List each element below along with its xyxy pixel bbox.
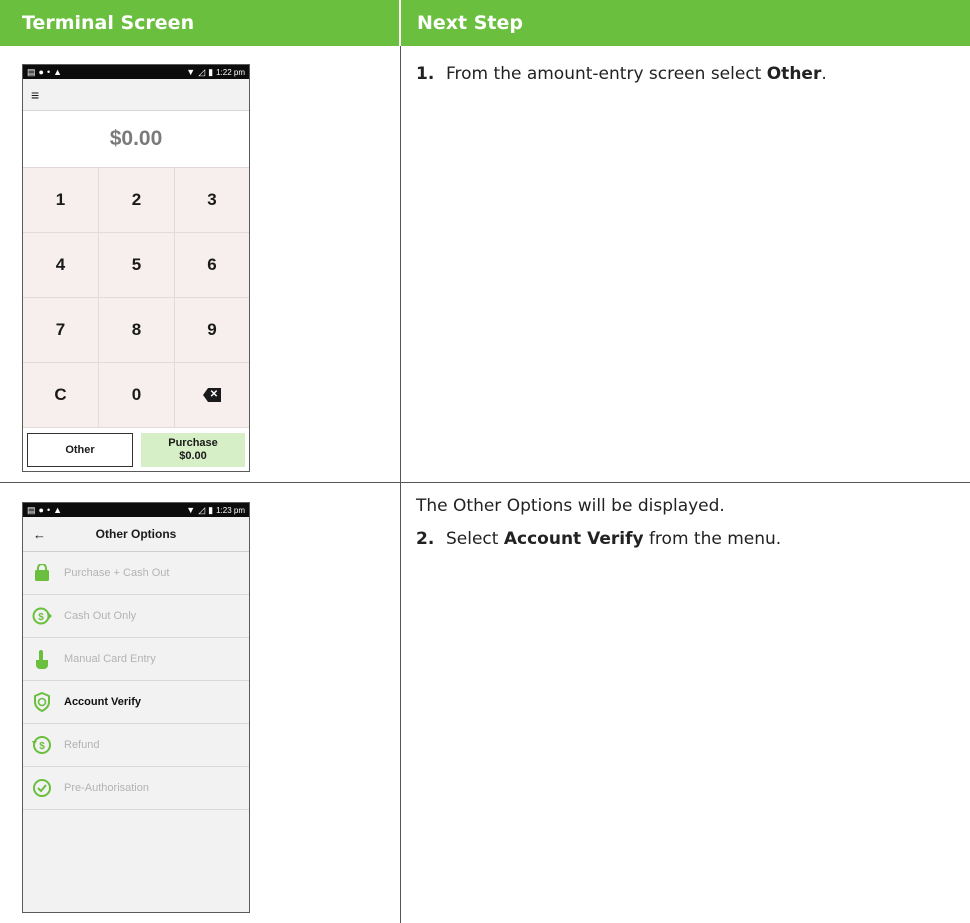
key-6[interactable]: 6 xyxy=(175,233,249,298)
column-divider xyxy=(400,46,401,923)
battery-icon: ▮ xyxy=(208,504,214,515)
key-3[interactable]: 3 xyxy=(175,168,249,233)
shopping-bag-icon xyxy=(32,563,52,583)
menu-item-label: Cash Out Only xyxy=(64,610,137,622)
key-9[interactable]: 9 xyxy=(175,298,249,363)
wifi-icon: ▼ xyxy=(186,66,196,77)
signal-icon: ◿ xyxy=(198,504,206,515)
menu-item-pre-authorisation[interactable]: Pre-Authorisation xyxy=(23,767,249,810)
keypad: 1 2 3 4 5 6 7 8 9 C 0 ✕ xyxy=(23,168,249,428)
signal-icon: ◿ xyxy=(198,66,206,77)
menu-item-manual-card-entry[interactable]: Manual Card Entry xyxy=(23,638,249,681)
step-1: 1. From the amount-entry screen select Ot… xyxy=(416,64,827,84)
step-emphasis: Account Verify xyxy=(503,529,644,549)
app-bar: ← Other Options xyxy=(23,517,249,552)
menu-item-account-verify[interactable]: Account Verify xyxy=(23,681,249,724)
dot-icon: • xyxy=(46,504,51,515)
battery-icon: ▮ xyxy=(208,66,214,77)
action-buttons: Other Purchase $0.00 xyxy=(23,428,249,471)
amount-display: $0.00 xyxy=(23,111,249,168)
step-2: 2. Select Account Verify from the menu. xyxy=(416,529,781,549)
menu-icon[interactable]: ≡ xyxy=(31,87,39,103)
row-divider xyxy=(0,482,970,483)
key-5[interactable]: 5 xyxy=(99,233,175,298)
svg-text:$: $ xyxy=(39,741,45,752)
back-arrow-icon[interactable]: ← xyxy=(33,527,46,542)
backspace-icon: ✕ xyxy=(203,388,221,402)
step-number: 1. xyxy=(416,64,435,84)
menu-item-label: Account Verify xyxy=(64,696,142,708)
dot-icon: • xyxy=(46,66,51,77)
svg-text:$: $ xyxy=(38,612,44,623)
menu-item-label: Pre-Authorisation xyxy=(64,782,149,794)
key-7[interactable]: 7 xyxy=(23,298,99,363)
terminal-screen-amount-entry: ▤ ● • ▲ ▼ ◿ ▮ 1:22 pm ≡ $0.00 1 2 3 4 5 … xyxy=(22,64,250,472)
info-icon: ● xyxy=(38,66,44,77)
step-text-end: . xyxy=(821,64,827,84)
warning-icon: ▲ xyxy=(53,504,63,515)
menu-item-label: Purchase + Cash Out xyxy=(64,567,170,579)
other-button[interactable]: Other xyxy=(27,433,133,467)
shield-verify-icon xyxy=(32,692,52,712)
menu-item-purchase-cash-out[interactable]: Purchase + Cash Out xyxy=(23,552,249,595)
terminal-screen-other-options: ▤ ● • ▲ ▼ ◿ ▮ 1:23 pm ← Other Options Pu… xyxy=(22,502,250,913)
clock-check-icon xyxy=(32,778,52,798)
app-bar: ≡ xyxy=(23,79,249,111)
info-icon: ● xyxy=(38,504,44,515)
status-bar: ▤ ● • ▲ ▼ ◿ ▮ 1:23 pm xyxy=(23,503,249,517)
screen-title: Other Options xyxy=(95,527,177,541)
status-time: 1:23 pm xyxy=(216,505,245,515)
key-2[interactable]: 2 xyxy=(99,168,175,233)
warning-icon: ▲ xyxy=(53,66,63,77)
hand-pointer-icon xyxy=(32,649,52,669)
wifi-icon: ▼ xyxy=(186,504,196,515)
step-text-end: from the menu. xyxy=(643,529,782,549)
menu-item-refund[interactable]: $ Refund xyxy=(23,724,249,767)
purchase-amount: $0.00 xyxy=(179,450,207,462)
column-header-next-step: Next Step xyxy=(401,0,970,46)
menu-item-cash-out-only[interactable]: $ Cash Out Only xyxy=(23,595,249,638)
key-clear[interactable]: C xyxy=(23,363,99,428)
step-number: 2. xyxy=(416,529,435,549)
key-8[interactable]: 8 xyxy=(99,298,175,363)
menu-item-label: Manual Card Entry xyxy=(64,653,156,665)
step-text: From the amount-entry screen select xyxy=(446,64,767,84)
status-time: 1:22 pm xyxy=(216,67,245,77)
column-header-terminal: Terminal Screen xyxy=(0,0,399,46)
key-0[interactable]: 0 xyxy=(99,363,175,428)
refund-icon: $ xyxy=(32,735,52,755)
step-2-intro: The Other Options will be displayed. xyxy=(416,496,725,516)
notification-icon: ▤ xyxy=(27,66,36,77)
key-4[interactable]: 4 xyxy=(23,233,99,298)
key-backspace[interactable]: ✕ xyxy=(175,363,249,428)
key-1[interactable]: 1 xyxy=(23,168,99,233)
step-text: Select xyxy=(446,529,504,549)
notification-icon: ▤ xyxy=(27,504,36,515)
status-bar: ▤ ● • ▲ ▼ ◿ ▮ 1:22 pm xyxy=(23,65,249,79)
menu-item-label: Refund xyxy=(64,739,100,751)
cash-out-icon: $ xyxy=(32,606,52,626)
purchase-label: Purchase xyxy=(168,437,218,449)
step-emphasis: Other xyxy=(766,64,822,84)
purchase-button[interactable]: Purchase $0.00 xyxy=(141,433,245,467)
